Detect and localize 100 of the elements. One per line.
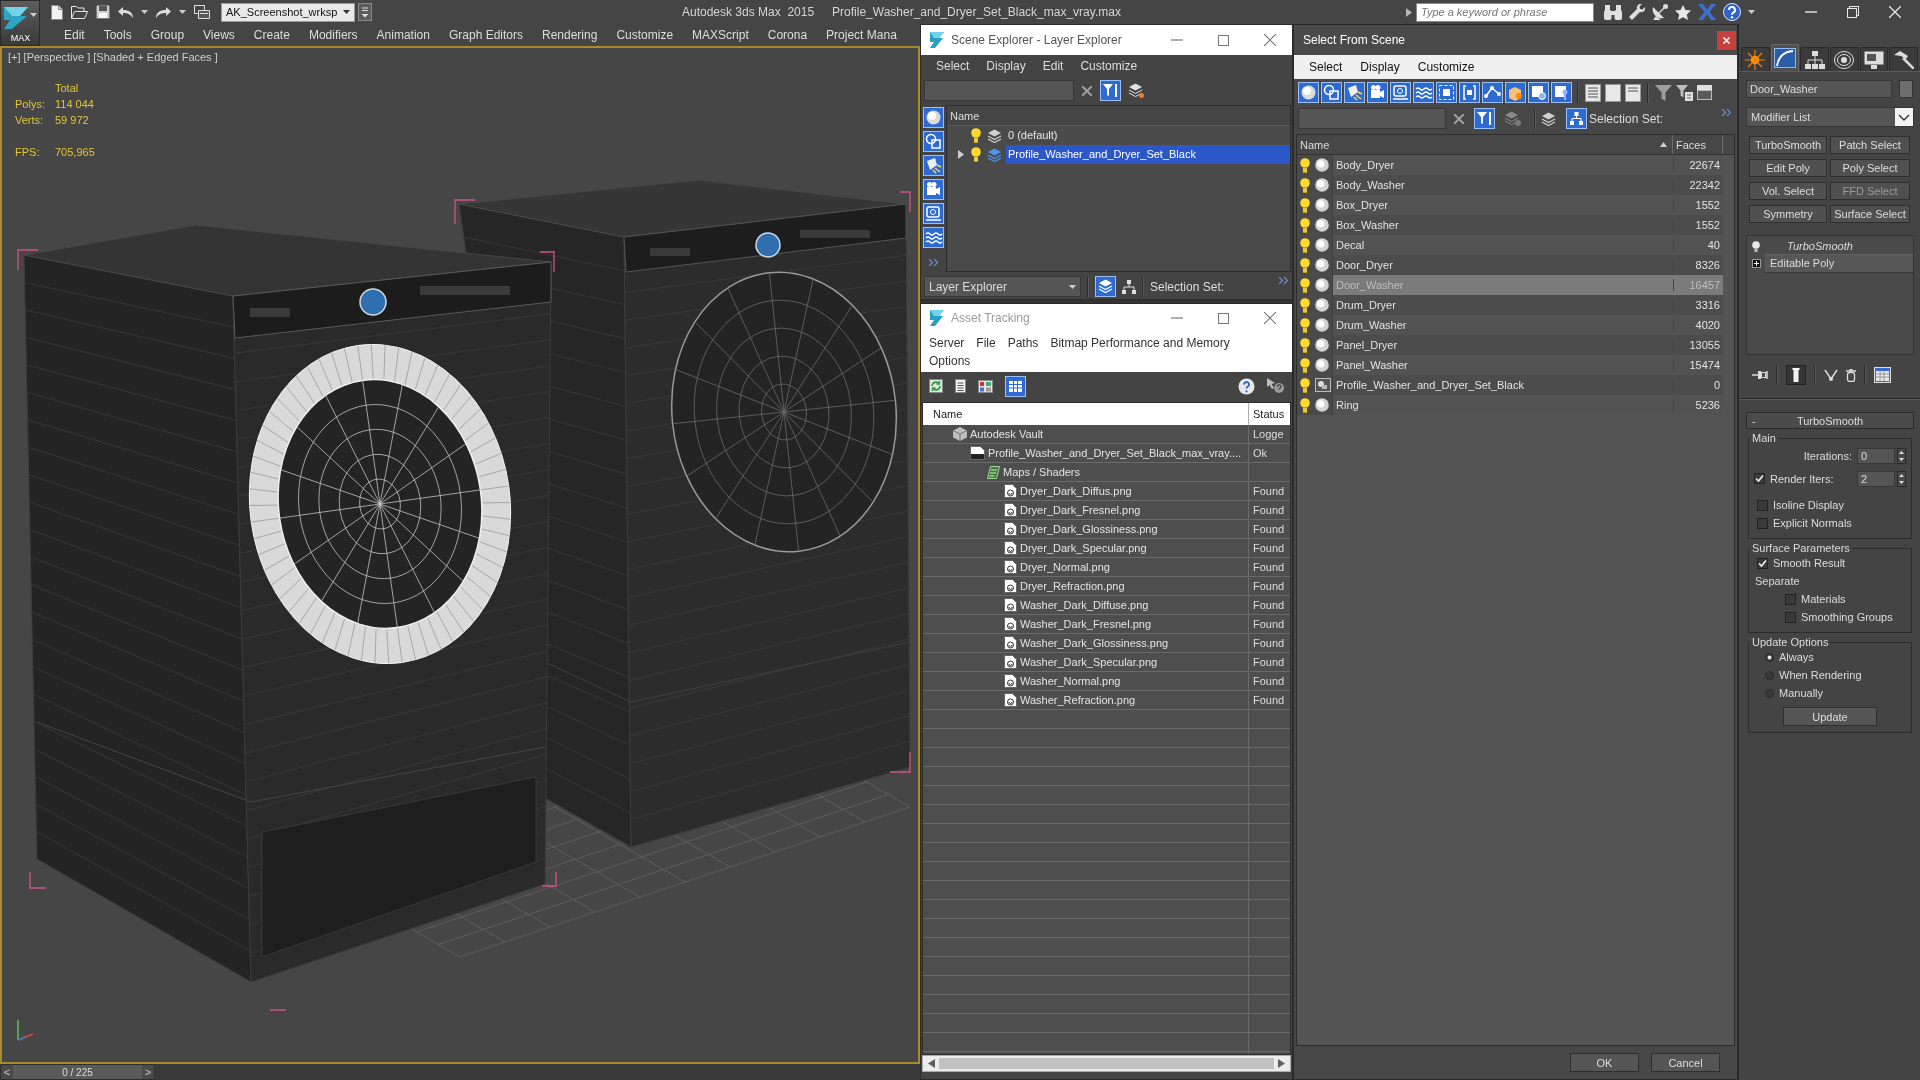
spinner-arrows-icon[interactable]	[1897, 470, 1906, 487]
page-half-lines-icon[interactable]	[1625, 83, 1641, 102]
column-header[interactable]: Name	[1297, 135, 1673, 154]
panel-tab[interactable]	[1800, 47, 1829, 71]
search-field[interactable]	[924, 80, 1074, 101]
modifier-button[interactable]: Surface Select	[1830, 205, 1910, 223]
lightbulb-icon[interactable]	[1300, 197, 1310, 213]
lightbulb-icon[interactable]	[1300, 217, 1310, 233]
hierarchy-icon[interactable]	[1122, 279, 1136, 294]
menu-item[interactable]: Views	[203, 28, 235, 42]
asset-name[interactable]: Washer_Dark_Glossiness.png	[1020, 637, 1169, 649]
workspace-dropdown[interactable]: AK_Screenshot_wrksp	[221, 2, 355, 22]
time-slider-thumb[interactable]: < 0 / 225 >	[0, 1064, 155, 1080]
menu-item[interactable]: File	[976, 335, 996, 351]
radio-button[interactable]	[1765, 652, 1774, 662]
v-shape-icon[interactable]	[1824, 369, 1838, 381]
stack-item[interactable]: Editable Poly	[1765, 254, 1913, 273]
help-pointer-icon[interactable]	[1267, 377, 1284, 395]
dialog-button[interactable]: OK	[1570, 1053, 1639, 1072]
menu-item[interactable]: Paths	[1007, 335, 1039, 351]
dialog-button[interactable]: Cancel	[1651, 1053, 1720, 1072]
menu-item[interactable]: Customize	[1080, 59, 1138, 73]
scroll-left-icon[interactable]	[928, 1059, 935, 1068]
lightbulb-icon[interactable]	[1300, 257, 1310, 273]
layer-name[interactable]: 0 (default)	[1006, 126, 1290, 145]
object-name-field[interactable]: Door_Washer	[1746, 80, 1892, 98]
checkbox[interactable]	[1757, 517, 1768, 529]
binoculars-icon[interactable]	[1604, 4, 1622, 20]
modifier-button[interactable]: Symmetry	[1749, 205, 1827, 223]
hierarchy-icon[interactable]	[1566, 108, 1587, 129]
spinner-field[interactable]: 2	[1857, 470, 1895, 487]
checkbox[interactable]	[1757, 557, 1768, 569]
asset-name[interactable]: Dryer_Dark_Specular.png	[1020, 542, 1147, 554]
asset-name[interactable]: Maps / Shaders	[1003, 466, 1081, 478]
filter-icon[interactable]	[1100, 80, 1121, 101]
asset-name[interactable]: Autodesk Vault	[970, 428, 1044, 440]
menu-item[interactable]: Group	[150, 28, 185, 42]
caret-icon[interactable]	[179, 10, 186, 14]
shapes-icon[interactable]	[922, 131, 944, 152]
checkbox[interactable]	[1754, 473, 1765, 484]
undo-icon[interactable]	[118, 6, 133, 18]
menu-item[interactable]: Create	[253, 28, 290, 42]
menu-item[interactable]: Options	[929, 353, 971, 369]
menu-item[interactable]: Display	[1360, 60, 1400, 74]
panel-tab[interactable]	[1741, 47, 1770, 71]
expand-arrow-icon[interactable]	[958, 150, 964, 159]
spotlight-icon[interactable]	[1344, 82, 1365, 103]
lightbulb-icon[interactable]	[1300, 277, 1310, 293]
spinner-field[interactable]: 0	[1857, 447, 1895, 464]
color-swatch-icon[interactable]	[1899, 80, 1913, 98]
pillar-icon[interactable]	[1786, 365, 1806, 385]
object-row[interactable]: Ring 5236	[1333, 395, 1723, 415]
box-pin-icon[interactable]	[1551, 82, 1572, 103]
checkbox[interactable]	[1785, 611, 1796, 623]
menu-item[interactable]: Modifiers	[308, 28, 358, 42]
layers-icon[interactable]	[987, 128, 1002, 143]
rollout-header[interactable]: - TurboSmooth	[1746, 412, 1914, 429]
menu-item[interactable]: Rendering	[542, 28, 598, 42]
double-chevron-icon[interactable]	[928, 259, 938, 266]
waves-icon[interactable]	[922, 227, 944, 248]
double-chevron-icon[interactable]	[1279, 277, 1288, 284]
checkbox[interactable]	[1785, 593, 1796, 605]
column-header[interactable]: Faces	[1673, 135, 1723, 154]
new-file-icon[interactable]	[51, 4, 63, 20]
menu-item[interactable]: Graph Editors	[448, 28, 523, 42]
spotlight-icon[interactable]	[922, 155, 944, 176]
menu-item[interactable]: Select	[936, 59, 970, 73]
list-icon[interactable]	[955, 379, 966, 393]
previous-frame-button[interactable]: <	[1, 1065, 13, 1079]
clear-icon[interactable]	[1082, 85, 1092, 96]
lightbulb-icon[interactable]	[1300, 397, 1310, 413]
panel-tab[interactable]	[1889, 47, 1919, 71]
asset-name[interactable]: Washer_Dark_Specular.png	[1020, 656, 1158, 668]
modifier-button[interactable]: Vol. Select	[1749, 182, 1827, 200]
layer-name[interactable]: Profile_Washer_and_Dryer_Set_Black	[1006, 145, 1290, 164]
scrollbar-thumb[interactable]	[939, 1058, 1274, 1069]
menu-item[interactable]: Tools	[103, 28, 132, 42]
modifier-button[interactable]: TurboSmooth	[1749, 136, 1827, 154]
box-light-icon[interactable]	[1505, 82, 1526, 103]
lines-caret-icon[interactable]	[358, 3, 372, 21]
modifier-list-dropdown[interactable]: Modifier List	[1746, 107, 1914, 127]
satellite-dish-icon[interactable]	[1652, 4, 1668, 20]
tape-measure-icon[interactable]	[1390, 82, 1411, 103]
funnel-icon[interactable]	[1655, 84, 1672, 101]
clear-icon[interactable]	[1454, 113, 1464, 124]
explorer-dropdown[interactable]: Layer Explorer	[924, 276, 1081, 297]
close-icon[interactable]	[1717, 30, 1736, 50]
object-row[interactable]: Drum_Washer 4020	[1333, 315, 1723, 335]
menu-item[interactable]: Edit	[1042, 59, 1064, 73]
lightbulb-icon[interactable]	[1300, 237, 1310, 253]
asset-name[interactable]: Washer_Refraction.png	[1020, 694, 1136, 706]
redo-icon[interactable]	[156, 6, 171, 18]
wrench-icon[interactable]	[1629, 4, 1645, 20]
menu-item[interactable]: Select	[1309, 60, 1343, 74]
project-folder-icon[interactable]	[194, 5, 210, 19]
box-gear-icon[interactable]	[1528, 82, 1549, 103]
menu-item[interactable]: Edit	[64, 28, 85, 42]
lightbulb-icon[interactable]	[971, 128, 981, 143]
panel-tab[interactable]	[1770, 44, 1800, 71]
column-header[interactable]: Name	[947, 106, 1290, 126]
